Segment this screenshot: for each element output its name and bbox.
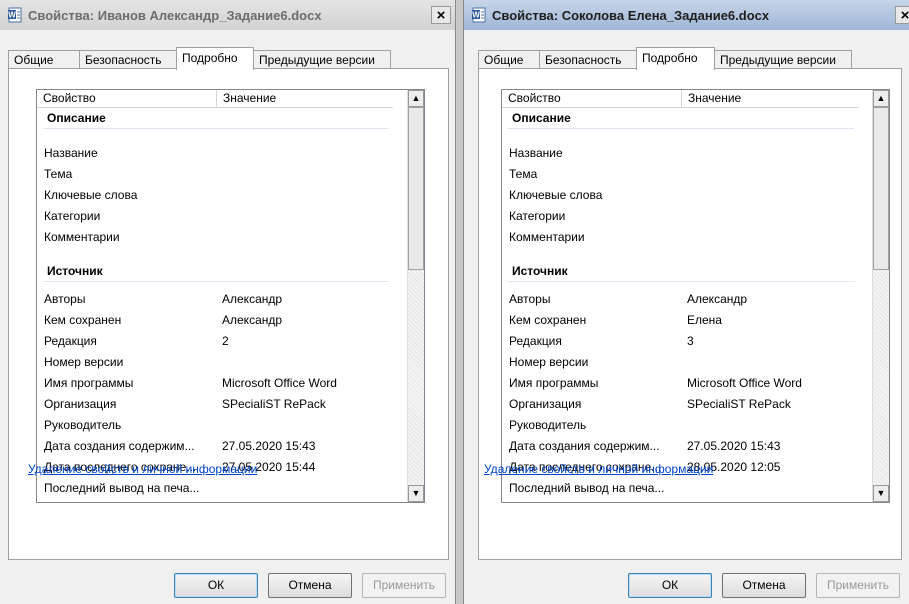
property-row[interactable]: Номер версии — [37, 352, 393, 373]
column-header-property[interactable]: Свойство — [37, 90, 217, 107]
property-row[interactable]: Последний вывод на печа... — [502, 478, 858, 499]
dialog-title: Свойства: Соколова Елена_Задание6.docx — [492, 8, 770, 23]
ok-button[interactable]: ОК — [174, 573, 258, 598]
word-document-icon: W — [8, 7, 22, 23]
scroll-up-arrow-icon[interactable]: ▲ — [408, 90, 424, 107]
group-header-source: Источник — [502, 259, 858, 283]
property-row[interactable]: Тема — [37, 164, 393, 185]
property-row[interactable]: Кем сохранен Елена — [502, 310, 858, 331]
scroll-thumb[interactable] — [873, 107, 889, 270]
tab-general[interactable]: Общие — [8, 50, 80, 69]
property-row[interactable]: Кем сохранен Александр — [37, 310, 393, 331]
column-header-value[interactable]: Значение — [217, 90, 393, 107]
property-row[interactable]: Категории — [37, 206, 393, 227]
close-button[interactable]: × — [895, 6, 909, 24]
property-row[interactable]: Категории — [502, 206, 858, 227]
vertical-scrollbar[interactable]: ▲ ▼ — [407, 90, 424, 502]
tab-security[interactable]: Безопасность — [79, 50, 177, 69]
property-row[interactable]: Руководитель — [502, 415, 858, 436]
svg-text:W: W — [472, 11, 480, 20]
scroll-thumb[interactable] — [408, 107, 424, 270]
group-title: Источник — [47, 264, 103, 278]
title-bar[interactable]: W Свойства: Иванов Александр_Задание6.do… — [0, 0, 455, 30]
property-row[interactable]: Дата создания содержим... 27.05.2020 15:4… — [37, 436, 393, 457]
apply-button[interactable]: Применить — [362, 573, 446, 598]
property-row[interactable]: Последний вывод на печа... — [37, 478, 393, 499]
properties-list[interactable]: Свойство Значение Описание Название Тема… — [501, 89, 890, 503]
dialog-title: Свойства: Иванов Александр_Задание6.docx — [28, 8, 322, 23]
vertical-scrollbar[interactable]: ▲ ▼ — [872, 90, 889, 502]
cancel-button[interactable]: Отмена — [722, 573, 806, 598]
scroll-down-arrow-icon[interactable]: ▼ — [873, 485, 889, 502]
group-title: Описание — [47, 111, 106, 125]
property-row[interactable]: Редакция 2 — [37, 331, 393, 352]
property-row[interactable]: Авторы Александр — [37, 289, 393, 310]
properties-dialog-right: W Свойства: Соколова Елена_Задание6.docx… — [463, 0, 909, 604]
property-row[interactable]: Имя программы Microsoft Office Word — [37, 373, 393, 394]
title-bar[interactable]: W Свойства: Соколова Елена_Задание6.docx… — [464, 0, 909, 30]
properties-dialog-left: W Свойства: Иванов Александр_Задание6.do… — [0, 0, 456, 604]
remove-properties-link[interactable]: Удаление свойств и личной информации — [28, 462, 257, 476]
property-row[interactable]: Руководитель — [37, 415, 393, 436]
property-row[interactable]: Ключевые слова — [502, 185, 858, 206]
property-row[interactable]: Ключевые слова — [37, 185, 393, 206]
window-gap — [456, 0, 463, 604]
group-header-source: Источник — [37, 259, 393, 283]
property-row[interactable]: Тема — [502, 164, 858, 185]
property-row[interactable]: Комментарии — [502, 227, 858, 248]
tab-details[interactable]: Подробно — [636, 47, 715, 70]
details-panel: Свойство Значение Описание Название Тема… — [8, 68, 449, 560]
properties-list[interactable]: Свойство Значение Описание Название Тема… — [36, 89, 425, 503]
close-button[interactable]: × — [431, 6, 451, 24]
property-row[interactable]: Дата создания содержим... 27.05.2020 15:4… — [502, 436, 858, 457]
group-header-description: Описание — [37, 106, 393, 130]
property-row[interactable]: Организация SPecialiST RePack — [37, 394, 393, 415]
property-row[interactable]: Название — [37, 143, 393, 164]
ok-button[interactable]: ОК — [628, 573, 712, 598]
property-row[interactable]: Комментарии — [37, 227, 393, 248]
group-title: Источник — [512, 264, 568, 278]
column-header-property[interactable]: Свойство — [502, 90, 682, 107]
group-title: Описание — [512, 111, 571, 125]
word-document-icon: W — [472, 7, 486, 23]
remove-properties-link[interactable]: Удаление свойств и личной информации — [484, 462, 713, 476]
scroll-down-arrow-icon[interactable]: ▼ — [408, 485, 424, 502]
column-header-value[interactable]: Значение — [682, 90, 858, 107]
property-row[interactable]: Название — [502, 143, 858, 164]
tab-previous-versions[interactable]: Предыдущие версии — [714, 50, 852, 69]
property-row[interactable]: Авторы Александр — [502, 289, 858, 310]
tab-general[interactable]: Общие — [478, 50, 540, 69]
svg-text:W: W — [8, 11, 16, 20]
scroll-up-arrow-icon[interactable]: ▲ — [873, 90, 889, 107]
tab-details[interactable]: Подробно — [176, 47, 254, 70]
details-panel: Свойство Значение Описание Название Тема… — [478, 68, 902, 560]
group-header-description: Описание — [502, 106, 858, 130]
apply-button[interactable]: Применить — [816, 573, 900, 598]
property-row[interactable]: Редакция 3 — [502, 331, 858, 352]
tab-previous-versions[interactable]: Предыдущие версии — [253, 50, 391, 69]
tab-security[interactable]: Безопасность — [539, 50, 637, 69]
property-row[interactable]: Организация SPecialiST RePack — [502, 394, 858, 415]
cancel-button[interactable]: Отмена — [268, 573, 352, 598]
property-row[interactable]: Номер версии — [502, 352, 858, 373]
property-row[interactable]: Имя программы Microsoft Office Word — [502, 373, 858, 394]
